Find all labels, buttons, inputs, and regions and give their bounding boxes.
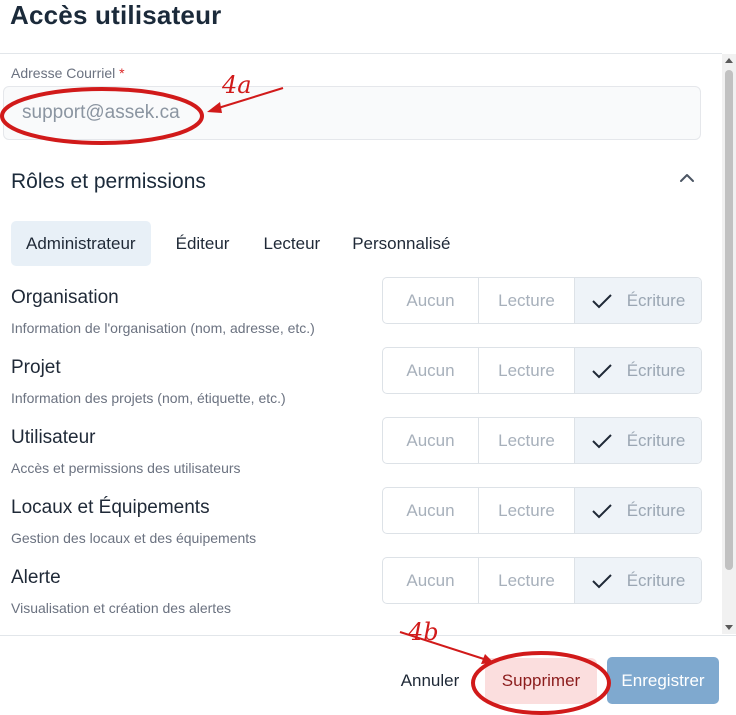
permission-name: Projet [11,357,61,378]
scrollbar-thumb[interactable] [725,70,733,570]
option-aucun[interactable]: Aucun [383,348,479,393]
header-divider [0,53,722,54]
email-label: Adresse Courriel * [11,65,125,81]
email-label-text: Adresse Courriel [11,65,116,81]
check-icon [591,363,612,378]
option-aucun[interactable]: Aucun [383,278,479,323]
option-aucun[interactable]: Aucun [383,418,479,463]
tab-lecteur[interactable]: Lecteur [248,221,335,266]
scroll-up-arrow-icon[interactable] [725,58,733,63]
permission-description: Gestion des locaux et des équipements [11,530,257,546]
option-ecriture[interactable]: Écriture [575,558,701,603]
permission-level-selector: Aucun Lecture Écriture [382,277,702,324]
permission-name: Locaux et Équipements [11,497,210,518]
permission-level-selector: Aucun Lecture Écriture [382,417,702,464]
email-field[interactable] [3,86,701,140]
tab-personnalise[interactable]: Personnalisé [337,221,465,266]
permission-level-selector: Aucun Lecture Écriture [382,487,702,534]
permission-description: Visualisation et création des alertes [11,600,231,616]
option-lecture[interactable]: Lecture [479,348,575,393]
check-icon [591,433,612,448]
cancel-button[interactable]: Annuler [390,658,470,704]
roles-section-title: Rôles et permissions [11,170,206,193]
option-lecture[interactable]: Lecture [479,278,575,323]
dialog-title: Accès utilisateur [10,0,222,30]
save-button[interactable]: Enregistrer [607,657,719,704]
scrollbar[interactable] [722,54,736,634]
permission-description: Information des projets (nom, étiquette,… [11,390,286,406]
tab-editeur[interactable]: Éditeur [161,221,245,266]
option-aucun[interactable]: Aucun [383,558,479,603]
permission-level-selector: Aucun Lecture Écriture [382,557,702,604]
permission-name: Utilisateur [11,427,96,448]
permission-level-selector: Aucun Lecture Écriture [382,347,702,394]
scroll-down-arrow-icon[interactable] [725,625,733,630]
footer-divider [0,635,736,636]
permission-name: Organisation [11,287,119,308]
tab-administrateur[interactable]: Administrateur [11,221,151,266]
option-lecture[interactable]: Lecture [479,418,575,463]
option-ecriture-label: Écriture [626,290,686,310]
option-ecriture[interactable]: Écriture [575,488,701,533]
permission-row-alerte: Alerte Visualisation et création des ale… [0,557,722,637]
permission-description: Accès et permissions des utilisateurs [11,460,241,476]
required-asterisk: * [119,65,125,81]
check-icon [591,293,612,308]
permission-description: Information de l'organisation (nom, adre… [11,320,315,336]
option-lecture[interactable]: Lecture [479,558,575,603]
check-icon [591,573,612,588]
option-lecture[interactable]: Lecture [479,488,575,533]
option-ecriture-label: Écriture [626,360,686,380]
option-ecriture-label: Écriture [626,570,686,590]
check-icon [591,503,612,518]
option-ecriture-label: Écriture [626,430,686,450]
option-ecriture[interactable]: Écriture [575,278,701,323]
option-ecriture[interactable]: Écriture [575,418,701,463]
option-aucun[interactable]: Aucun [383,488,479,533]
chevron-up-icon[interactable] [675,166,699,190]
permission-name: Alerte [11,567,61,588]
option-ecriture[interactable]: Écriture [575,348,701,393]
delete-button[interactable]: Supprimer [485,658,597,704]
option-ecriture-label: Écriture [626,500,686,520]
roles-tabs: Administrateur Éditeur Lecteur Personnal… [11,221,465,266]
